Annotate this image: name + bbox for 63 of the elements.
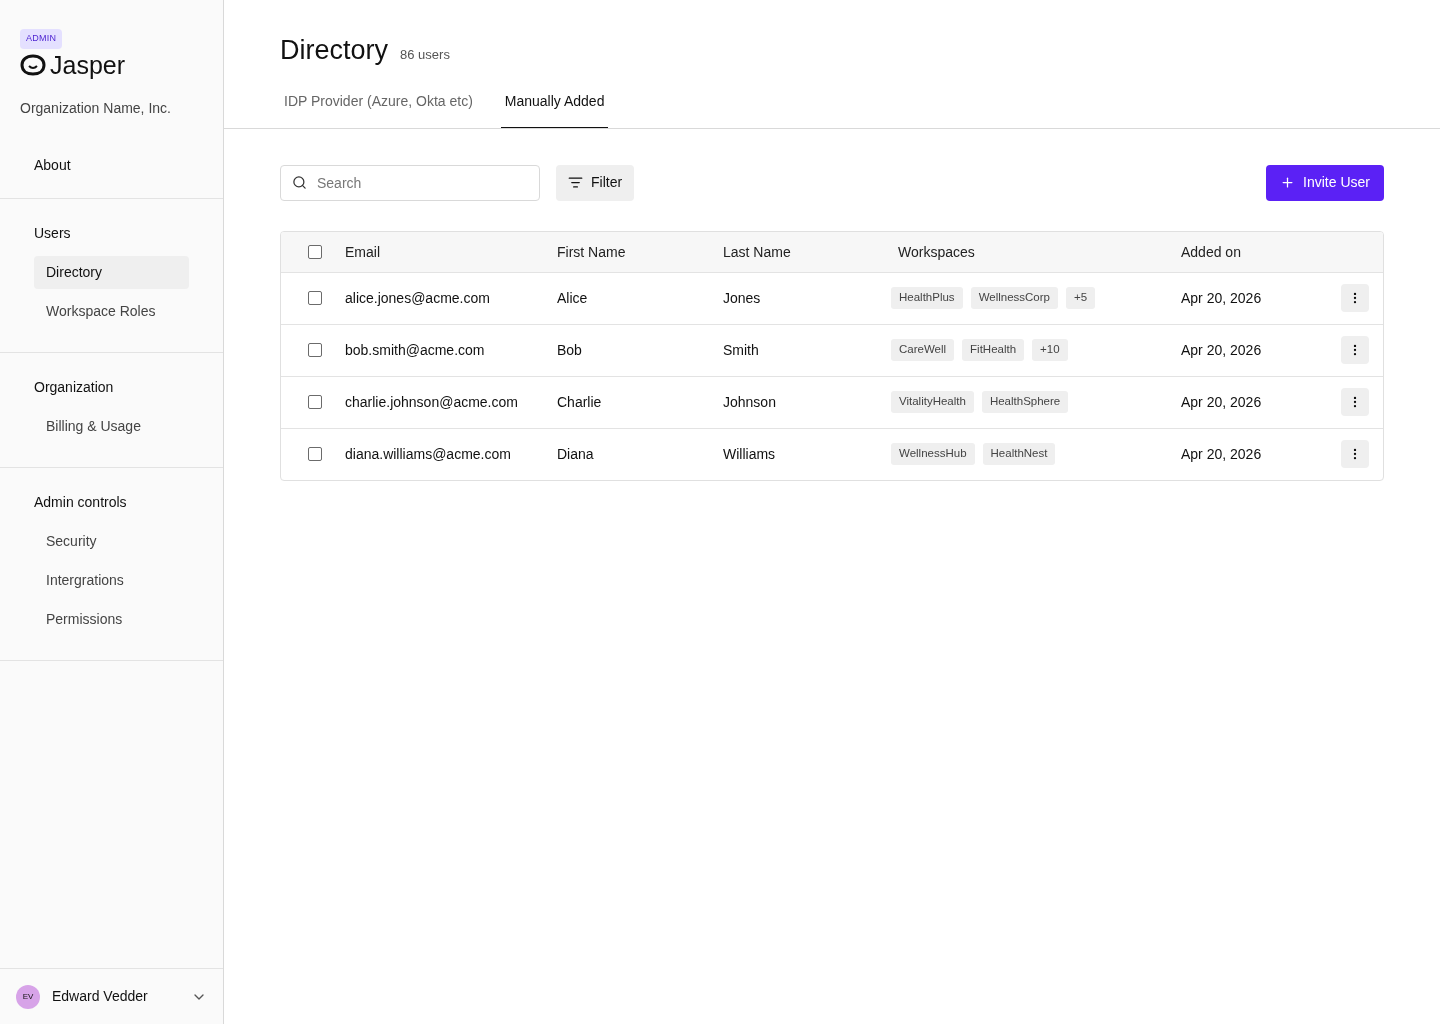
user-name: Edward Vedder [52, 987, 149, 1006]
sidebar-item[interactable]: Permissions [34, 602, 189, 636]
column-header: Added on [1181, 243, 1241, 260]
section-heading[interactable]: Admin controls [34, 491, 189, 513]
tab[interactable]: IDP Provider (Azure, Okta etc) [280, 90, 477, 128]
checkbox[interactable] [308, 395, 322, 409]
section-heading[interactable]: Organization [34, 376, 189, 398]
filter-button[interactable]: Filter [556, 164, 635, 201]
last-name-cell: Johnson [723, 394, 776, 410]
email-cell: alice.jones@acme.com [345, 290, 490, 306]
first-name-cell: Alice [557, 290, 588, 306]
last-name-cell: Smith [723, 342, 759, 358]
checkbox[interactable] [308, 244, 322, 259]
user-count: 86 users [400, 46, 450, 64]
first-name-cell: Bob [557, 342, 582, 358]
smiley-logo-icon [20, 53, 46, 77]
org-name: Organization Name, Inc. [20, 98, 172, 118]
checkbox[interactable] [308, 447, 322, 461]
column-header: Last Name [723, 243, 791, 260]
tab[interactable]: Manually Added [500, 90, 609, 128]
added-date: Apr 20, 2026 [1181, 290, 1262, 306]
checkbox[interactable] [308, 291, 322, 305]
sidebar-item[interactable]: Billing & Usage [34, 409, 189, 443]
invite-user-button[interactable]: Invite User [1266, 164, 1384, 201]
workspace-tag: VitalityHealth [891, 391, 974, 413]
workspace-tag: HealthNest [982, 443, 1056, 465]
workspace-tag: WellnessCorp [970, 287, 1058, 309]
last-name-cell: Williams [723, 446, 776, 462]
workspace-tag: HealthPlus [891, 287, 963, 309]
column-header: Email [345, 243, 380, 260]
sidebar-item[interactable]: Workspace Roles [34, 294, 189, 328]
workspace-tag: WellnessHub [891, 443, 975, 465]
user-menu[interactable]: EV Edward Vedder [0, 968, 223, 1024]
first-name-cell: Diana [557, 446, 594, 462]
section-heading[interactable]: Users [34, 222, 189, 244]
search-icon [292, 174, 307, 190]
workspace-tag: FitHealth [962, 339, 1025, 361]
email-cell: diana.williams@acme.com [345, 446, 511, 462]
workspace-tag: CareWell [891, 339, 955, 361]
sidebar-item[interactable]: Directory [34, 255, 189, 289]
email-cell: bob.smith@acme.com [345, 342, 485, 358]
column-header: First Name [557, 243, 626, 260]
added-date: Apr 20, 2026 [1181, 446, 1262, 462]
workspace-tag: HealthSphere [981, 391, 1069, 413]
search-field[interactable]: Search [280, 164, 540, 201]
added-date: Apr 20, 2026 [1181, 342, 1262, 358]
email-cell: charlie.johnson@acme.com [345, 394, 518, 410]
checkbox[interactable] [308, 343, 322, 357]
section-heading[interactable]: About [34, 154, 189, 176]
first-name-cell: Charlie [557, 394, 602, 410]
admin-badge: ADMIN [20, 29, 63, 49]
added-date: Apr 20, 2026 [1181, 394, 1262, 410]
page-title: Directory [280, 34, 388, 67]
last-name-cell: Jones [723, 290, 761, 306]
sidebar-item[interactable]: Security [34, 524, 189, 558]
sidebar-item[interactable]: Intergrations [34, 563, 189, 597]
avatar: EV [16, 984, 40, 1009]
column-header: Workspaces [898, 243, 975, 260]
workspace-tag: +5 [1066, 287, 1096, 309]
logo-text: Jasper [50, 52, 126, 78]
filter-icon [568, 175, 583, 190]
workspace-tag: +10 [1032, 339, 1068, 361]
plus-icon [1280, 175, 1296, 190]
